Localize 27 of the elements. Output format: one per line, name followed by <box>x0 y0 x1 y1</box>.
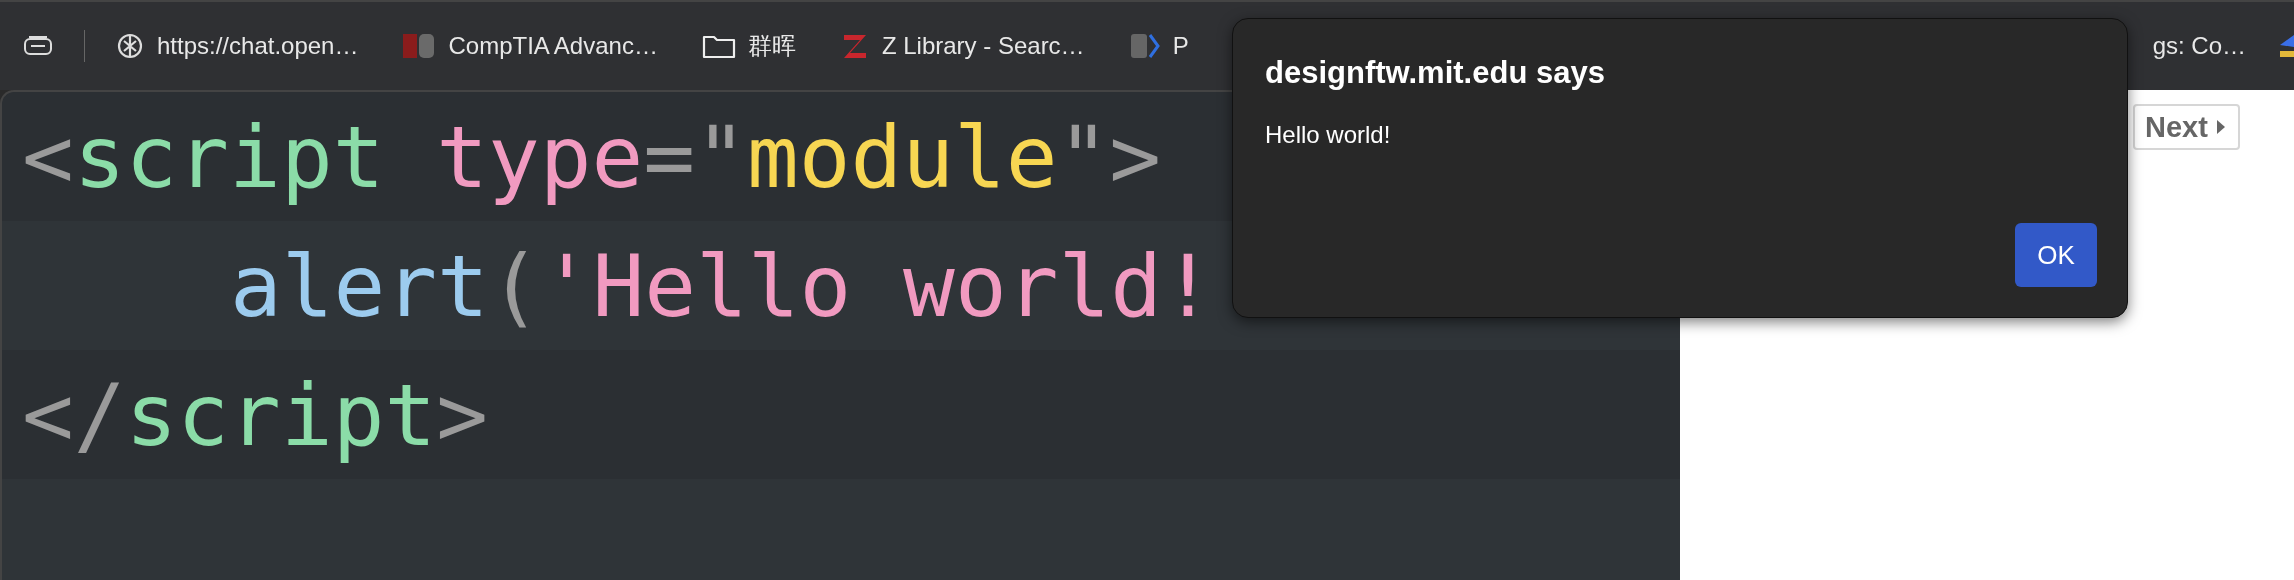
dialog-message: Hello world! <box>1265 121 1392 149</box>
knot-icon <box>115 31 145 61</box>
code-token: script <box>73 106 385 207</box>
next-button[interactable]: Next <box>2133 104 2240 150</box>
code-token: script <box>125 364 437 465</box>
logo-icon <box>402 31 437 61</box>
bookmark-item[interactable]: CompTIA Advanc… <box>402 31 658 61</box>
document-icon <box>1128 31 1161 61</box>
code-token: ( <box>488 235 541 336</box>
bookmark-item[interactable]: P <box>1128 31 1189 61</box>
code-token: > <box>436 364 488 465</box>
code-token: type <box>435 106 644 207</box>
code-token: =" <box>643 106 747 207</box>
caret-icon <box>2215 119 2226 135</box>
bookmark-item[interactable]: 群晖 <box>701 30 796 62</box>
code-token: alert <box>230 235 489 336</box>
tab-search-icon[interactable] <box>24 35 54 57</box>
bookmark-item[interactable]: gs: Co… <box>2152 32 2246 60</box>
code-token: < <box>22 106 74 207</box>
code-token: module <box>746 106 1058 207</box>
code-token: 'Hello world! <box>540 235 1214 336</box>
code-token: "> <box>1057 106 1162 207</box>
bookmark-item[interactable]: https://chat.open… <box>115 31 359 61</box>
code-token: </ <box>22 364 126 465</box>
dialog-title: designftw.mit.edu says <box>1265 55 1606 91</box>
bookmark-item[interactable]: Z Library - Searc… <box>839 31 1085 61</box>
ok-button[interactable]: OK <box>2015 223 2097 287</box>
